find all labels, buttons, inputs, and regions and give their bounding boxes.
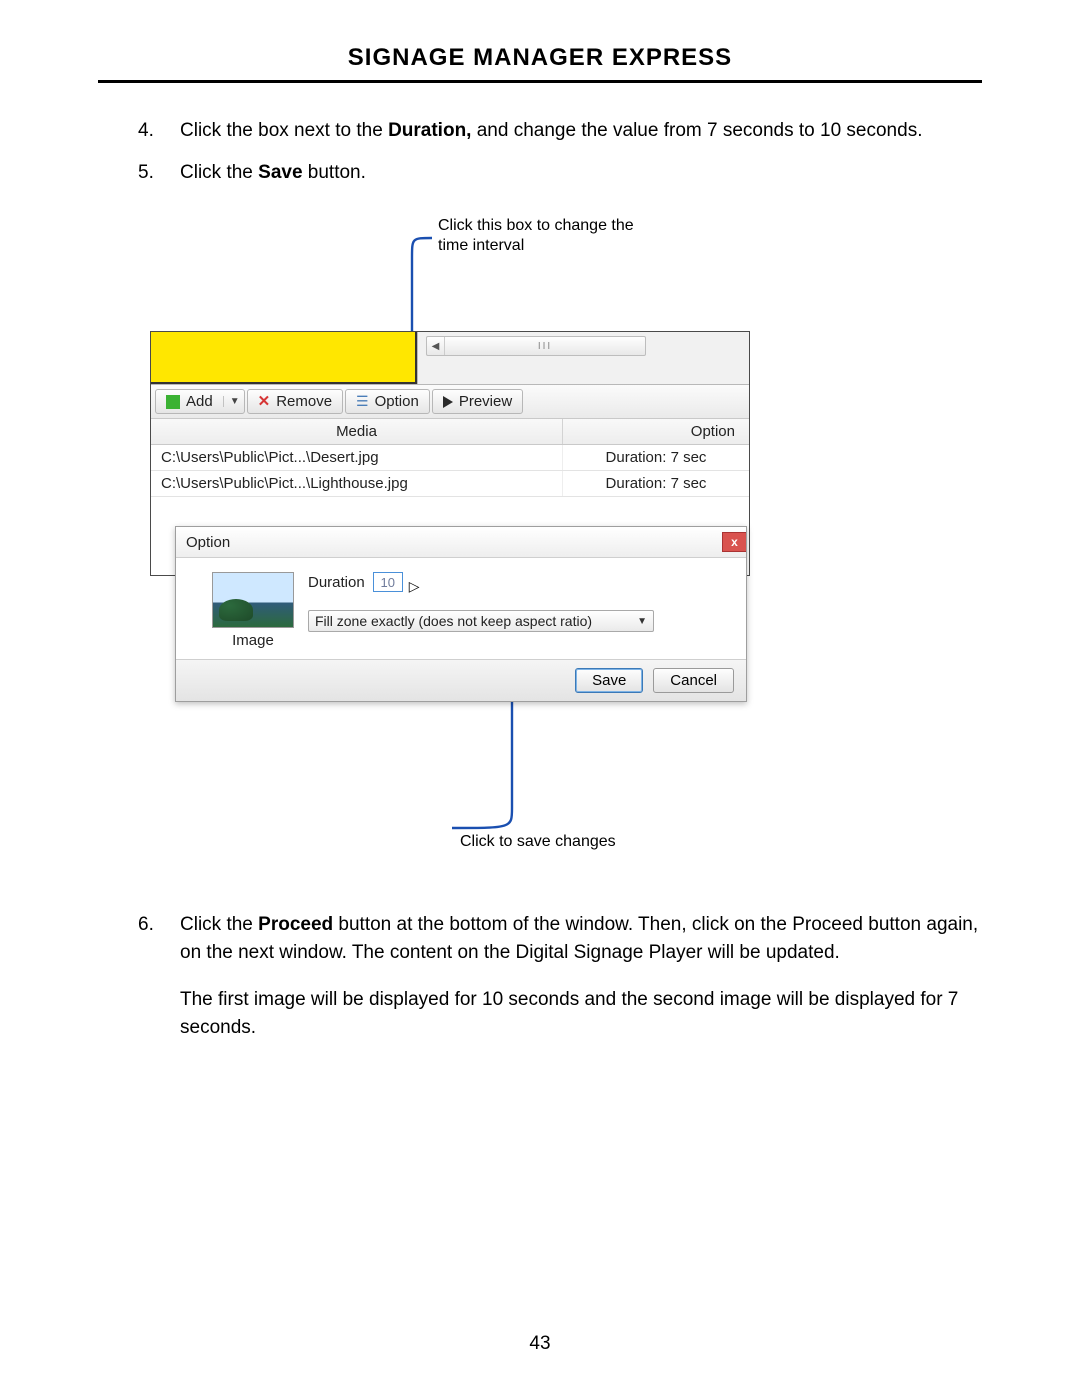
dialog-titlebar[interactable]: Option x <box>176 527 746 558</box>
scroll-area: ◀ III <box>417 332 749 384</box>
paragraph-result: The first image will be displayed for 10… <box>138 986 982 1041</box>
callout-top: Click this box to change the time interv… <box>438 216 658 256</box>
chevron-down-icon[interactable]: ▼ <box>223 396 240 407</box>
remove-button[interactable]: ✕ Remove <box>247 389 343 414</box>
x-icon: ✕ <box>258 394 271 409</box>
preview-button[interactable]: Preview <box>432 389 523 414</box>
cell-media: C:\Users\Public\Pict...\Desert.jpg <box>151 445 563 470</box>
duration-input[interactable] <box>373 572 403 592</box>
text: Click the box next to the <box>180 120 388 141</box>
bold-duration: Duration, <box>388 120 471 141</box>
table-header: Media Option <box>151 419 749 445</box>
bold-proceed: Proceed <box>258 914 333 935</box>
chevron-down-icon: ▼ <box>637 616 647 627</box>
image-thumbnail: Image <box>212 572 294 649</box>
top-strip: ◀ III <box>151 332 749 385</box>
option-dialog: Option x Image Duration ▷ <box>175 526 747 702</box>
scroll-left-icon[interactable]: ◀ <box>427 337 445 355</box>
figure: Click this box to change the time interv… <box>150 216 750 851</box>
horizontal-scrollbar[interactable]: ◀ III <box>426 336 646 356</box>
dialog-footer: Save Cancel <box>176 659 746 701</box>
add-button[interactable]: Add ▼ <box>155 389 245 414</box>
thumbnail-image <box>212 572 294 628</box>
cancel-button[interactable]: Cancel <box>653 668 734 693</box>
label: Remove <box>276 393 332 410</box>
bold-save: Save <box>258 162 302 183</box>
step-4: 4. Click the box next to the Duration, a… <box>138 117 982 145</box>
step-5: 5. Click the Save button. <box>138 159 982 187</box>
text: Click the <box>180 914 258 935</box>
step-6: 6. Click the Proceed button at the botto… <box>138 911 982 966</box>
play-icon <box>443 396 453 408</box>
cell-media: C:\Users\Public\Pict...\Lighthouse.jpg <box>151 471 563 496</box>
save-button[interactable]: Save <box>575 668 643 693</box>
app-screenshot: ◀ III Add ▼ ✕ Remove ☰ Option <box>150 331 750 576</box>
text: The first image will be displayed for 10… <box>180 989 958 1038</box>
close-icon[interactable]: x <box>722 532 746 552</box>
label: Preview <box>459 393 512 410</box>
duration-label: Duration <box>308 574 365 591</box>
fill-mode-select[interactable]: Fill zone exactly (does not keep aspect … <box>308 610 654 632</box>
column-option[interactable]: Option <box>563 419 749 444</box>
table-row[interactable]: C:\Users\Public\Pict...\Desert.jpg Durat… <box>151 445 749 471</box>
step-number: 4. <box>138 117 154 145</box>
label: Add <box>186 393 213 410</box>
scroll-thumb[interactable]: III <box>445 341 645 352</box>
layout-zone[interactable] <box>151 332 417 384</box>
toolbar: Add ▼ ✕ Remove ☰ Option Preview <box>151 385 749 419</box>
dialog-fields: Duration ▷ Fill zone exactly (does not k… <box>308 572 732 632</box>
step-number: 5. <box>138 159 154 187</box>
option-button[interactable]: ☰ Option <box>345 389 430 414</box>
step-number: 6. <box>138 911 154 939</box>
fill-mode-value: Fill zone exactly (does not keep aspect … <box>315 613 592 629</box>
label: Option <box>375 393 419 410</box>
text: Click the <box>180 162 258 183</box>
instruction-list: 4. Click the box next to the Duration, a… <box>98 117 982 186</box>
thumbnail-label: Image <box>212 632 294 649</box>
list-icon: ☰ <box>356 393 369 410</box>
table-row[interactable]: C:\Users\Public\Pict...\Lighthouse.jpg D… <box>151 471 749 497</box>
dialog-body: Image Duration ▷ Fill zone exactly (does… <box>176 558 746 659</box>
page-title: SIGNAGE MANAGER EXPRESS <box>98 44 982 80</box>
cell-option: Duration: 7 sec <box>563 445 749 470</box>
cursor-icon: ▷ <box>409 578 420 595</box>
text: button. <box>303 162 366 183</box>
callout-bottom: Click to save changes <box>460 833 616 851</box>
column-media[interactable]: Media <box>151 419 563 444</box>
cell-option: Duration: 7 sec <box>563 471 749 496</box>
dialog-title: Option <box>186 534 230 551</box>
page-number: 43 <box>0 1333 1080 1355</box>
followup-list: 6. Click the Proceed button at the botto… <box>98 911 982 1041</box>
title-rule <box>98 80 982 83</box>
plus-icon <box>166 395 180 409</box>
text: and change the value from 7 seconds to 1… <box>471 120 922 141</box>
